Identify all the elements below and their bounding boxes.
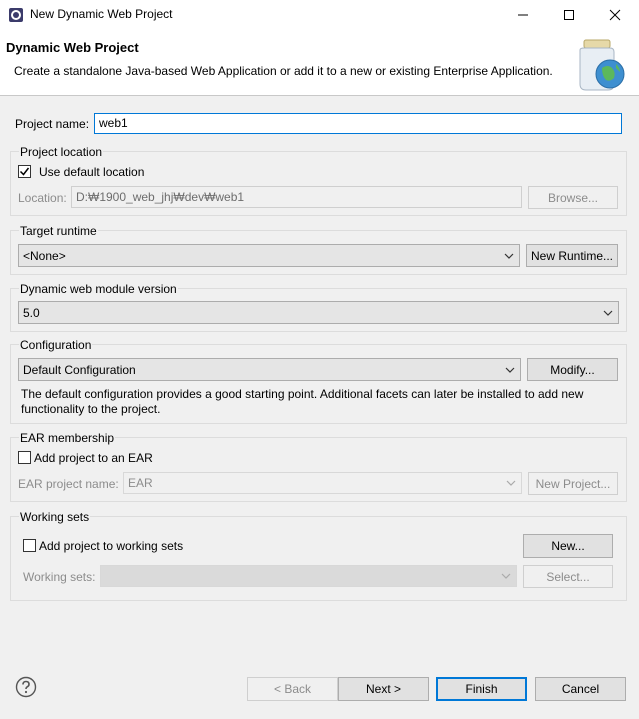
configuration-select[interactable]: Default Configuration — [18, 358, 521, 381]
cancel-button[interactable]: Cancel — [535, 677, 626, 701]
maximize-icon — [564, 10, 574, 20]
working-sets-label: Working sets: — [23, 570, 96, 584]
browse-button: Browse... — [528, 186, 618, 209]
working-sets-legend: Working sets — [19, 510, 91, 524]
new-working-set-button[interactable]: New... — [523, 534, 613, 558]
maximize-button[interactable] — [546, 0, 592, 30]
ear-project-name-select: EAR — [123, 472, 522, 494]
minimize-button[interactable] — [500, 0, 546, 30]
add-to-ear-checkbox[interactable] — [18, 451, 31, 464]
modify-button[interactable]: Modify... — [527, 358, 618, 381]
configuration-value: Default Configuration — [23, 362, 136, 377]
working-sets-group — [10, 516, 627, 601]
target-runtime-value: <None> — [23, 248, 66, 263]
chevron-down-icon — [603, 310, 613, 316]
configuration-description: The default configuration provides a goo… — [21, 387, 584, 416]
add-to-ear-label: Add project to an EAR — [34, 451, 153, 465]
checkmark-icon — [19, 167, 30, 176]
window-title: New Dynamic Web Project — [30, 7, 173, 21]
use-default-location-label: Use default location — [39, 165, 145, 179]
next-button[interactable]: Next > — [338, 677, 429, 701]
module-version-legend: Dynamic web module version — [19, 282, 178, 296]
working-sets-select — [100, 565, 517, 587]
module-version-value: 5.0 — [23, 305, 40, 320]
web-project-jar-icon — [572, 38, 628, 92]
use-default-location-checkbox[interactable] — [18, 165, 31, 178]
target-runtime-select[interactable]: <None> — [18, 244, 520, 267]
project-location-legend: Project location — [19, 145, 104, 159]
app-icon — [8, 7, 24, 23]
minimize-icon — [518, 14, 528, 16]
finish-button[interactable]: Finish — [436, 677, 527, 701]
ear-project-name-label: EAR project name: — [18, 477, 119, 491]
help-icon[interactable] — [15, 676, 37, 698]
new-runtime-button[interactable]: New Runtime... — [526, 244, 618, 267]
close-icon — [609, 9, 621, 21]
back-button: < Back — [247, 677, 338, 701]
location-input: D:₩1900_web_jhj₩dev₩web1 — [71, 186, 522, 208]
ear-membership-legend: EAR membership — [19, 431, 116, 445]
chevron-down-icon — [505, 367, 515, 373]
select-working-sets-button: Select... — [523, 565, 613, 588]
chevron-down-icon — [506, 480, 516, 486]
add-to-working-sets-label: Add project to working sets — [39, 539, 184, 553]
new-ear-project-button: New Project... — [528, 472, 618, 495]
location-label: Location: — [18, 191, 67, 205]
project-name-input[interactable]: web1 — [94, 113, 622, 134]
module-version-select[interactable]: 5.0 — [18, 301, 619, 324]
page-title: Dynamic Web Project — [6, 40, 139, 55]
chevron-down-icon — [501, 573, 511, 579]
configuration-legend: Configuration — [19, 338, 93, 352]
target-runtime-legend: Target runtime — [19, 224, 98, 238]
project-name-label: Project name: — [15, 117, 90, 131]
chevron-down-icon — [504, 253, 514, 259]
close-button[interactable] — [592, 0, 638, 30]
add-to-working-sets-checkbox[interactable] — [23, 539, 36, 552]
page-description: Create a standalone Java-based Web Appli… — [14, 64, 553, 78]
ear-project-name-value: EAR — [128, 476, 153, 490]
